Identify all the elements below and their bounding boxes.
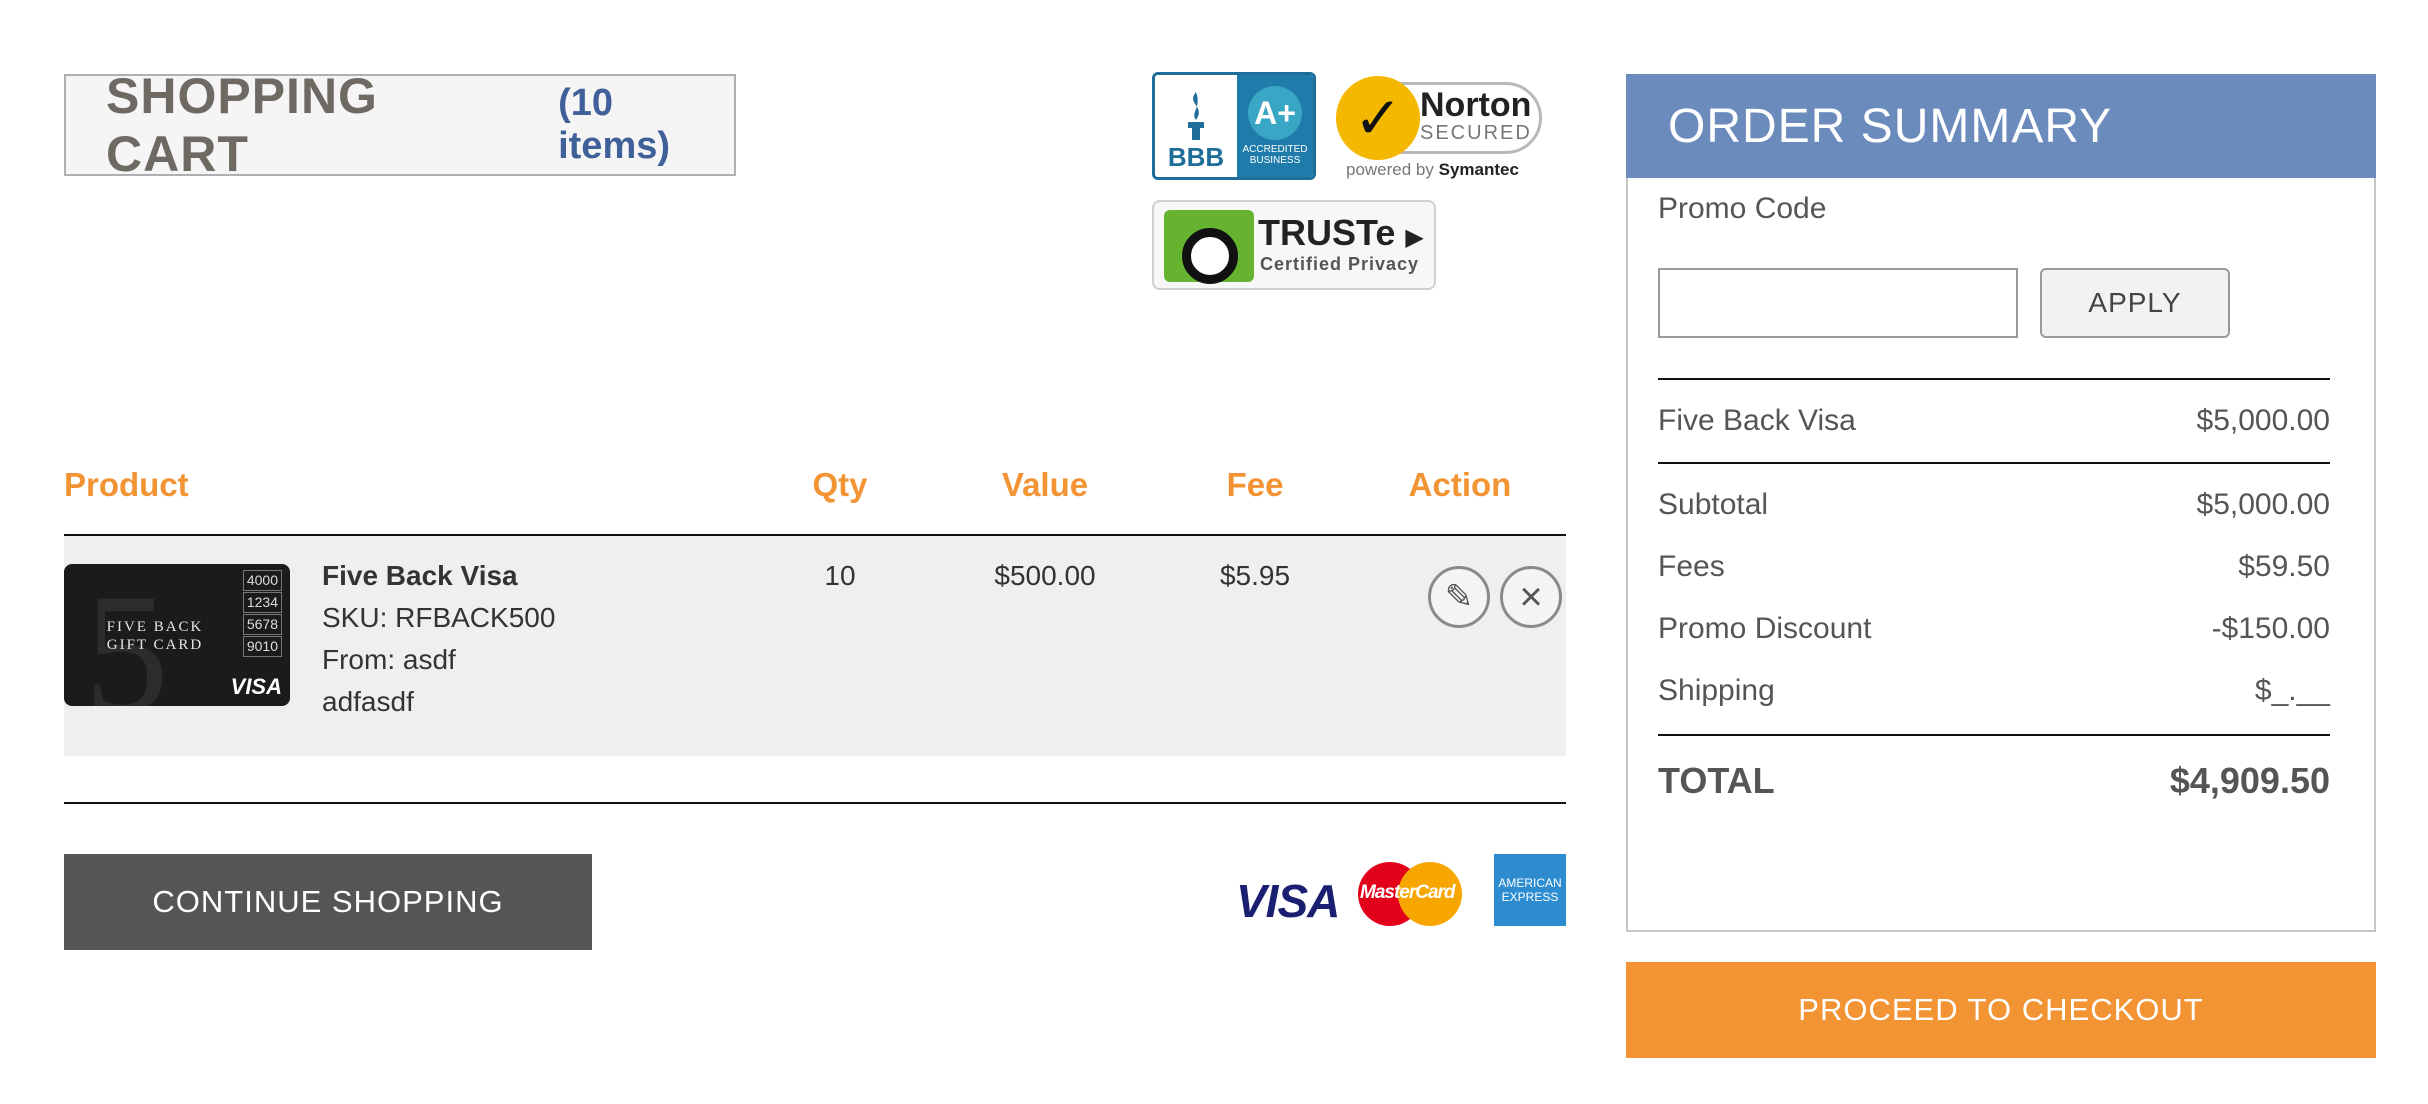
continue-shopping-button[interactable]: CONTINUE SHOPPING [64,854,592,950]
product-name[interactable]: Five Back Visa [322,560,518,592]
card-title: FIVE BACK GIFT CARD [106,619,204,653]
summary-item-row: Five Back Visa $5,000.00 [1658,404,2330,438]
bbb-badge[interactable]: BBB A+ ACCREDITED BUSINESS [1152,72,1316,180]
total-row: TOTAL $4,909.50 [1658,760,2330,802]
promo-code-label: Promo Code [1658,192,1827,225]
row-value: $500.00 [994,560,1096,591]
bbb-mark: BBB [1167,142,1225,172]
shipping-row: Shipping $_.__ [1658,674,2330,708]
norton-powered-by: powered by Symantec [1346,160,1519,180]
footer-divider [64,802,1566,804]
product-sku: SKU: RFBACK500 [322,602,556,633]
subtotal-amount: $5,000.00 [2196,488,2330,521]
norton-badge[interactable]: ✓ Norton SECURED powered by Symantec [1336,72,1546,184]
row-fee: $5.95 [1219,560,1291,591]
total-label: TOTAL [1658,760,1775,801]
remove-button[interactable]: × [1500,566,1562,628]
bbb-accredited-text: ACCREDITED BUSINESS [1242,144,1308,166]
card-number-1: 1234 [242,592,282,613]
shipping-amount: $_.__ [2254,674,2330,707]
mastercard-text: MasterCard [1360,882,1456,903]
subtotal-label: Subtotal [1658,488,1769,521]
header-action: Action [1408,466,1512,503]
visa-logo-text: VISA [1236,875,1340,927]
amex-logo: AMERICAN EXPRESS [1494,854,1566,926]
truste-name: TRUSTe ▶ [1258,212,1424,254]
order-summary-title: ORDER SUMMARY [1626,74,2376,178]
product-from: From: asdf [322,644,456,675]
powered-prefix: powered by [1346,160,1434,179]
gift-card-image[interactable]: 5 FIVE BACK GIFT CARD 4000 1234 5678 901… [64,564,290,706]
header-value: Value [1001,466,1089,503]
header-qty: Qty [812,466,868,503]
summary-item-amount: $5,000.00 [2196,404,2330,437]
promo-discount-amount: -$150.00 [2211,612,2330,645]
row-qty: 10 [824,560,856,591]
bbb-torch-icon: BBB [1155,75,1237,177]
mastercard-logo: MasterCard [1358,862,1462,926]
summary-divider [1658,378,2330,380]
summary-divider [1658,462,2330,464]
promo-discount-label: Promo Discount [1658,612,1872,645]
fees-row: Fees $59.50 [1658,550,2330,584]
card-number-2: 5678 [242,614,282,635]
card-number-3: 9010 [242,636,282,657]
subtotal-row: Subtotal $5,000.00 [1658,488,2330,522]
play-icon: ▶ [1405,224,1424,251]
edit-button[interactable]: ✎ [1428,566,1490,628]
norton-name: Norton [1420,86,1532,124]
truste-ring [1182,228,1238,284]
torch-icon [1188,92,1204,140]
card-network: VISA [230,674,282,699]
cart-title-box: SHOPPING CART (10 items) [64,68,736,182]
card-numbers: 4000 1234 5678 9010 [242,570,282,658]
visa-logo: VISA [1236,874,1340,928]
truste-badge[interactable]: TRUSTe ▶ Certified Privacy [1152,200,1436,290]
header-product: Product [64,466,189,503]
item-count: (10 items) [558,82,671,167]
product-message: adfasdf [322,686,414,717]
summary-divider [1658,734,2330,736]
truste-name-text: TRUSTe [1258,212,1396,253]
apply-button[interactable]: APPLY [2040,268,2230,338]
checkmark-icon: ✓ [1336,76,1420,160]
promo-code-input[interactable] [1658,268,2018,338]
card-number-0: 4000 [242,570,282,591]
promo-discount-row: Promo Discount -$150.00 [1658,612,2330,646]
truste-sub: Certified Privacy [1260,254,1420,274]
close-icon: × [1519,574,1543,619]
fees-amount: $59.50 [2238,550,2330,583]
shipping-label: Shipping [1658,674,1775,707]
summary-item-label: Five Back Visa [1658,404,1856,437]
header-fee: Fee [1226,466,1284,503]
total-amount: $4,909.50 [2169,760,2330,801]
proceed-to-checkout-button[interactable]: PROCEED TO CHECKOUT [1626,962,2376,1058]
pencil-icon: ✎ [1444,578,1474,616]
powered-brand: Symantec [1438,160,1519,179]
bbb-rating: A+ [1248,86,1302,140]
fees-label: Fees [1658,550,1725,583]
page-title: SHOPPING CART [106,68,378,182]
norton-status: SECURED [1420,122,1532,144]
amex-text: AMERICAN EXPRESS [1498,876,1562,904]
